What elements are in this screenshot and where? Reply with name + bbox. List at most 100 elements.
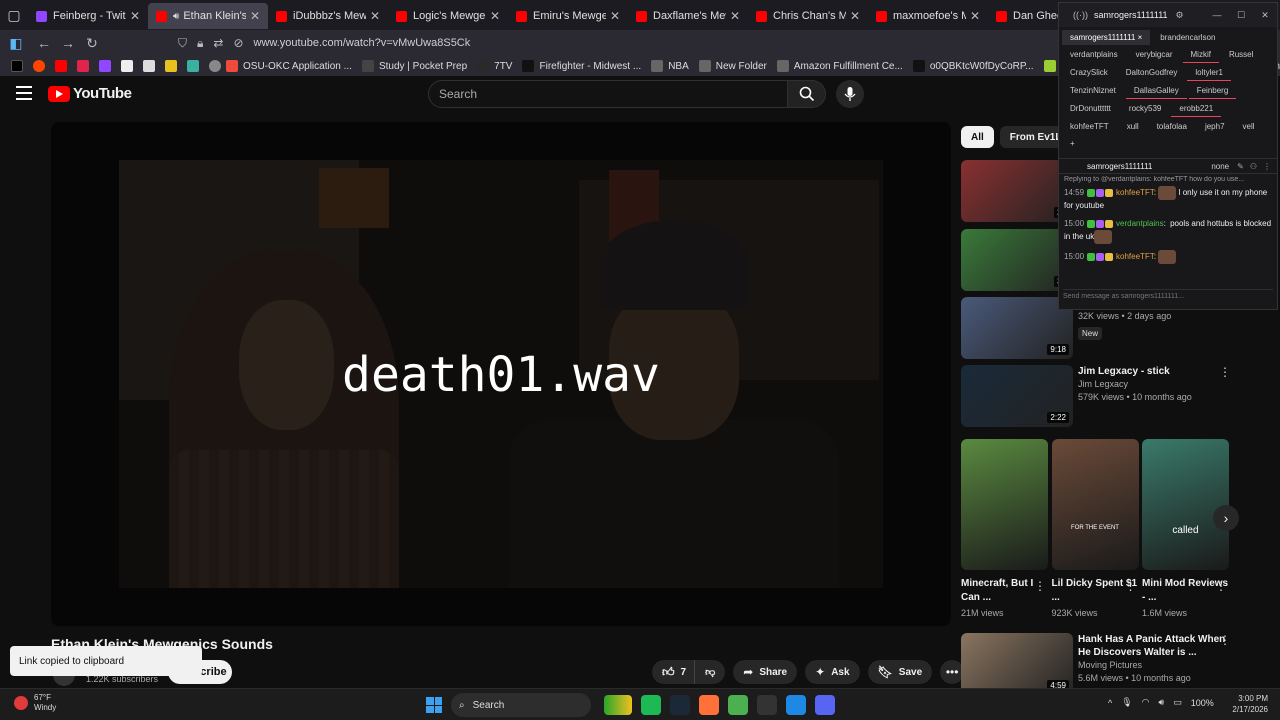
- back-button[interactable]: ←: [32, 31, 56, 55]
- battery-icon[interactable]: ▭: [1173, 697, 1182, 708]
- minimize-button[interactable]: —: [1205, 10, 1229, 21]
- short-thumbnail[interactable]: FOR THE EVENT: [1051, 439, 1139, 570]
- bookmark-item[interactable]: o0QBKtcW0fDyCoRP...: [912, 60, 1034, 72]
- tab-close-icon[interactable]: ✕: [250, 9, 260, 23]
- chat-channel-tab[interactable]: DaltonGodfrey: [1118, 65, 1186, 81]
- chat-channel-tab[interactable]: verdantplains: [1062, 47, 1126, 63]
- chat-username[interactable]: verdantplains: [1116, 219, 1164, 228]
- hbo-icon[interactable]: [77, 60, 89, 72]
- chat-channel-tab[interactable]: TenzinNiznet: [1062, 83, 1124, 99]
- volume-icon[interactable]: 🔊︎: [1159, 697, 1165, 708]
- edit-icon[interactable]: ✎: [1237, 162, 1244, 171]
- chat-input[interactable]: Send message as samrogers1111111...: [1063, 289, 1273, 303]
- chat-username[interactable]: kohfeeTFT: [1116, 252, 1154, 261]
- chat-channel-tab[interactable]: vell: [1235, 119, 1263, 134]
- recommended-video[interactable]: 2:22 Jim Legxacy - stick Jim Legxacy 579K v…: [961, 365, 1261, 427]
- hamburger-menu-icon[interactable]: [16, 86, 32, 102]
- browser-tab[interactable]: Chris Chan's Mewg ✕: [748, 3, 868, 29]
- chat-channel-tab[interactable]: Mizkif: [1182, 47, 1219, 63]
- bookmark-item[interactable]: New Folder: [698, 60, 767, 72]
- channel-name[interactable]: Moving Pictures: [1078, 659, 1228, 672]
- taskbar-app-icon[interactable]: [670, 695, 690, 715]
- more-vertical-icon[interactable]: ⋮: [1215, 579, 1227, 593]
- bookmark-item[interactable]: Study | Pocket Prep: [361, 60, 467, 72]
- chat-channel-tab[interactable]: Feinberg: [1188, 83, 1237, 99]
- ask-button[interactable]: ✦ Ask: [805, 660, 860, 684]
- video-thumbnail[interactable]: 20: [961, 160, 1073, 222]
- browser-tab[interactable]: Feinberg - Twitch ✕: [28, 3, 148, 29]
- taskbar-search[interactable]: ⌕ Search: [451, 693, 591, 717]
- video-thumbnail[interactable]: 2:22: [961, 365, 1073, 427]
- tab-close-icon[interactable]: ✕: [130, 9, 140, 23]
- chat-username[interactable]: kohfeeTFT: [1116, 188, 1154, 197]
- bookmark-item[interactable]: 7TV: [477, 60, 512, 72]
- chat-channel-tab[interactable]: CrazySlick: [1062, 65, 1116, 81]
- browser-tab[interactable]: Logic's Mewgenics ✕: [388, 3, 508, 29]
- bookmark-item[interactable]: OSU-OKC Application ...: [226, 60, 352, 72]
- bookmark-item[interactable]: NBA: [651, 60, 689, 72]
- reddit-icon[interactable]: [33, 60, 45, 72]
- settings-gear-icon[interactable]: ⚙: [1176, 10, 1184, 21]
- video-title[interactable]: Jim Legxacy - stick: [1078, 365, 1228, 378]
- video-thumbnail[interactable]: 4:59: [961, 633, 1073, 695]
- chat-channel-tab[interactable]: tolafolaa: [1149, 119, 1195, 134]
- dislike-button[interactable]: 👎︎: [695, 666, 725, 678]
- controller-icon[interactable]: [187, 60, 199, 72]
- youtube-icon[interactable]: [55, 60, 67, 72]
- browser-tab[interactable]: iDubbbz's Mewge ✕: [268, 3, 388, 29]
- tray-overflow-icon[interactable]: ^: [1108, 698, 1112, 708]
- tab-close-icon[interactable]: ✕: [490, 9, 500, 23]
- tab-close-icon[interactable]: ✕: [970, 9, 980, 23]
- video-title[interactable]: Hank Has A Panic Attack When He Discover…: [1078, 633, 1228, 659]
- users-icon[interactable]: ⚇: [1250, 162, 1257, 171]
- tab-close-icon[interactable]: ✕: [610, 9, 620, 23]
- chat-channel-tab[interactable]: loltyler1: [1187, 65, 1231, 81]
- maximize-button[interactable]: ☐: [1229, 10, 1253, 21]
- browser-tab[interactable]: 🔊︎ Ethan Klein's Mewg ✕: [148, 3, 268, 29]
- shorts-next-button[interactable]: ›: [1213, 505, 1239, 531]
- recommended-video[interactable]: 4:59 Hank Has A Panic Attack When He Disc…: [961, 633, 1261, 695]
- forward-button[interactable]: →: [56, 31, 80, 55]
- voice-search-button[interactable]: [836, 80, 864, 108]
- browser-tab[interactable]: Daxflame's Mewg ✕: [628, 3, 748, 29]
- bookmark-item[interactable]: Firefighter - Midwest ...: [522, 60, 641, 72]
- microphone-icon[interactable]: 🎙︎: [1121, 697, 1132, 708]
- short-thumbnail[interactable]: [961, 439, 1048, 570]
- chat-channel-tab[interactable]: verybigcar: [1128, 47, 1181, 63]
- bookmark-item[interactable]: Amazon Fulfillment Ce...: [776, 60, 903, 72]
- chat-channel-tab[interactable]: samrogers1111111 ×: [1062, 30, 1151, 45]
- save-button[interactable]: 🔖︎ Save: [867, 660, 933, 684]
- close-button[interactable]: ✕: [1253, 10, 1277, 21]
- short-thumbnail[interactable]: called: [1142, 439, 1229, 570]
- weather-widget[interactable]: 67°F Windy: [14, 693, 56, 713]
- more-vertical-icon[interactable]: ⋮: [1219, 365, 1231, 379]
- chat-message[interactable]: 14:59 kohfeeTFT: I only use it on my phon…: [1064, 186, 1272, 212]
- tab-close-icon[interactable]: ✕: [370, 9, 380, 23]
- video-thumbnail[interactable]: 37: [961, 229, 1073, 291]
- search-button[interactable]: [788, 80, 826, 108]
- channel-name[interactable]: Jim Legxacy: [1078, 378, 1228, 391]
- like-button[interactable]: 👍︎ 7: [652, 660, 696, 684]
- taskbar-app-icon[interactable]: [699, 695, 719, 715]
- more-vertical-icon[interactable]: ⋮: [1034, 579, 1046, 593]
- chat-channel-tab[interactable]: +: [1062, 136, 1083, 151]
- search-input[interactable]: Search: [428, 80, 788, 108]
- tab-close-icon[interactable]: ✕: [850, 9, 860, 23]
- chat-channel-tab[interactable]: rocky539: [1121, 101, 1169, 117]
- more-vertical-icon[interactable]: ⋮: [1219, 633, 1231, 647]
- start-button[interactable]: [426, 697, 442, 713]
- taskbar-app-icon[interactable]: [604, 695, 632, 715]
- chat-channel-tab[interactable]: xull: [1119, 119, 1147, 134]
- taskbar-app-icon[interactable]: [815, 695, 835, 715]
- wifi-icon[interactable]: ◠: [1142, 697, 1150, 708]
- chat-channel-tab[interactable]: Russel: [1221, 47, 1261, 63]
- chat-channel-tab[interactable]: erobb221: [1171, 101, 1222, 117]
- browser-tab[interactable]: maxmoefoe's Mew ✕: [868, 3, 988, 29]
- video-thumbnail[interactable]: 9:18: [961, 297, 1073, 359]
- twitch-icon[interactable]: [99, 60, 111, 72]
- youtube-logo[interactable]: YouTube: [48, 85, 132, 102]
- chat-channel-tab[interactable]: DallasGalley: [1125, 83, 1187, 99]
- tab-overview-icon[interactable]: ▢: [0, 0, 28, 30]
- short-item[interactable]: called Mini Mod Reviews - ... 1.6M views ⋮: [1142, 439, 1229, 618]
- amazon-icon[interactable]: [143, 60, 155, 72]
